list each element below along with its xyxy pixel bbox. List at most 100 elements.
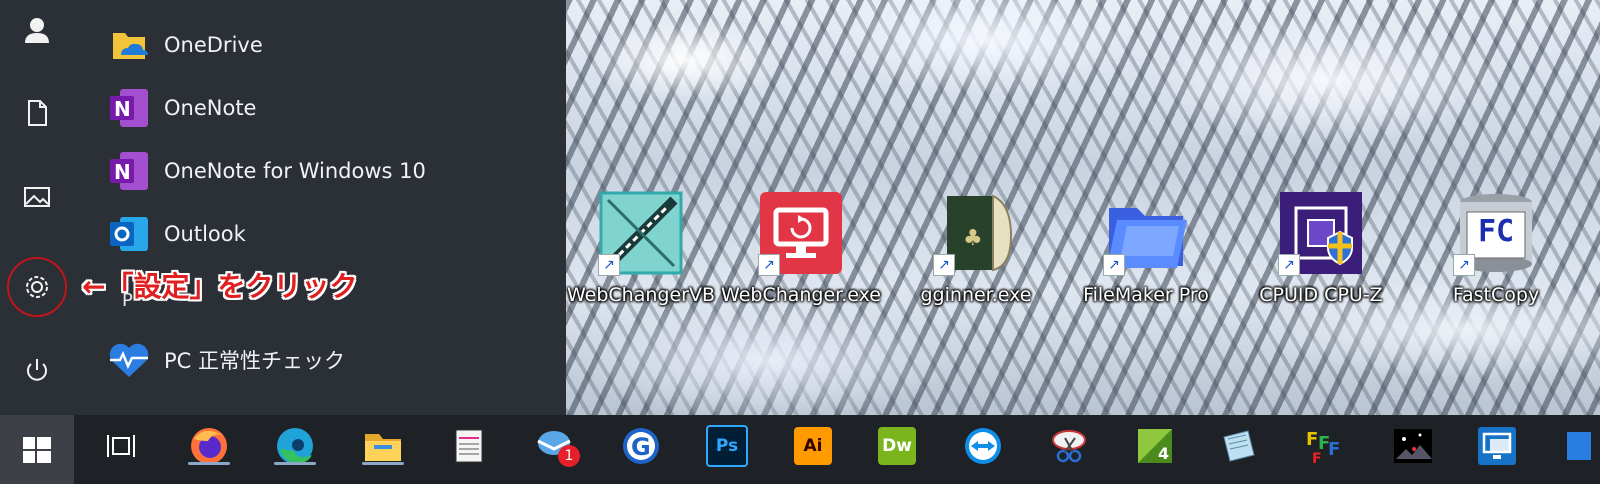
scissors-icon — [1052, 430, 1086, 463]
notepad-icon — [455, 429, 483, 463]
dreamweaver-icon: Dw — [878, 427, 916, 465]
cpuz-icon: ↗ — [1278, 190, 1364, 276]
g-app-icon: G — [623, 428, 659, 464]
start-button[interactable] — [0, 415, 74, 484]
onenote-icon: N — [106, 85, 152, 131]
outlook-icon — [106, 211, 152, 257]
ffftp-icon: F F F F — [1306, 429, 1340, 467]
user-icon — [25, 18, 49, 43]
power-button[interactable] — [12, 345, 62, 395]
taskbar-file-explorer[interactable] — [360, 423, 406, 469]
desktop-icon-label: WebChanger.exe — [721, 284, 881, 306]
dark-app-icon — [1394, 429, 1432, 463]
taskbar-mail[interactable]: 1 — [532, 423, 580, 469]
shortcut-arrow-icon: ↗ — [933, 254, 955, 276]
taskbar-notepad[interactable] — [446, 423, 492, 469]
shortcut-arrow-icon: ↗ — [598, 254, 620, 276]
pictures-icon — [24, 187, 50, 207]
desktop-icon-label: CPUID CPU-Z — [1259, 284, 1383, 306]
documents-button[interactable] — [12, 88, 62, 138]
taskbar-edge[interactable] — [272, 423, 318, 469]
app-label: Outlook — [164, 222, 246, 246]
taskbar-dark-app[interactable] — [1390, 423, 1436, 469]
remote-desktop-icon — [1478, 427, 1516, 465]
app-item-outlook[interactable]: Outlook — [100, 204, 560, 264]
svg-text:4: 4 — [1158, 444, 1169, 463]
desktop-icon-label: FastCopy — [1452, 284, 1540, 306]
desktop-wallpaper: ↗ WebChangerVB ↗ WebChanger.exe ♣ ↗ ggin… — [566, 0, 1600, 415]
onenote-icon: N — [106, 148, 152, 194]
app-item-pc-health[interactable]: PC 正常性チェック — [100, 330, 560, 390]
app-label: PC 正常性チェック — [164, 349, 346, 373]
desktop-icon-webchanger[interactable]: ↗ WebChanger.exe — [721, 190, 881, 320]
desktop-icon-filemaker[interactable]: ↗ FileMaker Pro — [1071, 190, 1221, 320]
desktop-icon-label: gginner.exe — [920, 284, 1032, 306]
svg-text:N: N — [114, 160, 131, 184]
onedrive-icon — [106, 22, 152, 68]
notification-badge: 1 — [558, 445, 580, 467]
app-label: OneNote for Windows 10 — [164, 159, 426, 183]
taskbar-overflow-app[interactable] — [1556, 423, 1600, 469]
desktop-icon-fastcopy[interactable]: ↗ FC FastCopy — [1421, 190, 1571, 320]
taskbar-snipping-tool[interactable] — [1046, 423, 1092, 469]
taskbar-firefox[interactable] — [186, 423, 232, 469]
svg-text:F: F — [1312, 451, 1322, 467]
start-menu: OneDrive N OneNote N OneNote for Windows — [0, 0, 566, 415]
webchanger-icon: ↗ — [758, 190, 844, 276]
gginner-icon: ♣ ↗ — [933, 190, 1019, 276]
shortcut-arrow-icon: ↗ — [1103, 254, 1125, 276]
taskbar-teamviewer[interactable] — [960, 423, 1006, 469]
fastcopy-icon-label: FC — [1477, 214, 1515, 249]
app-label: OneDrive — [164, 33, 263, 57]
app-list: OneDrive N OneNote N OneNote for Windows — [100, 0, 560, 415]
desktop-icon-webchangervb[interactable]: ↗ WebChangerVB — [566, 190, 716, 320]
partial-app-icon — [1567, 432, 1591, 460]
desktop-icon-label: FileMaker Pro — [1083, 284, 1209, 306]
power-icon — [27, 359, 47, 381]
task-view-icon — [107, 435, 135, 457]
taskbar-g-app[interactable]: G — [618, 423, 664, 469]
user-button[interactable] — [12, 5, 62, 55]
svg-text:F: F — [1306, 429, 1318, 450]
taskbar-green-app[interactable]: 4 — [1132, 423, 1178, 469]
desktop-icon-cpuz[interactable]: ↗ CPUID CPU-Z — [1246, 190, 1396, 320]
desktop-icon-gginner[interactable]: ♣ ↗ gginner.exe — [901, 190, 1051, 320]
folder-icon — [365, 434, 401, 461]
taskbar-dreamweaver[interactable]: Dw — [874, 423, 920, 469]
app-item-onenote[interactable]: N OneNote — [100, 78, 560, 138]
settings-highlight-circle — [7, 257, 67, 317]
app-item-onedrive[interactable]: OneDrive — [100, 15, 560, 75]
running-indicator — [362, 462, 404, 465]
green-app-icon: 4 — [1138, 429, 1172, 463]
running-indicator — [274, 462, 316, 465]
taskbar: 1 G Ps Ai Dw 4 F F F F — [0, 415, 1600, 484]
illustrator-icon: Ai — [794, 427, 832, 465]
firefox-icon — [191, 428, 227, 464]
taskbar-notes-app[interactable] — [1216, 423, 1262, 469]
start-menu-rail — [0, 0, 74, 415]
pc-health-icon — [106, 337, 152, 383]
instruction-annotation: ←「設定」をクリック — [82, 270, 358, 303]
pictures-button[interactable] — [12, 172, 62, 222]
taskbar-photoshop[interactable]: Ps — [704, 423, 750, 469]
taskbar-illustrator[interactable]: Ai — [790, 423, 836, 469]
windows-logo-icon — [23, 436, 51, 463]
svg-text:F: F — [1328, 439, 1340, 460]
photoshop-icon: Ps — [706, 425, 748, 467]
shortcut-arrow-icon: ↗ — [1453, 254, 1475, 276]
taskbar-remote-desktop[interactable] — [1474, 423, 1520, 469]
desktop-icon-label: WebChangerVB — [566, 284, 715, 306]
edge-icon — [277, 428, 313, 464]
fastcopy-icon: ↗ FC — [1453, 190, 1539, 276]
app-item-onenote-win10[interactable]: N OneNote for Windows 10 — [100, 141, 560, 201]
notes-icon — [1223, 430, 1255, 462]
app-label: OneNote — [164, 96, 257, 120]
svg-text:♣: ♣ — [963, 226, 983, 251]
webchangervb-icon: ↗ — [598, 190, 684, 276]
taskbar-ffftp[interactable]: F F F F — [1302, 423, 1348, 469]
documents-icon — [28, 100, 47, 126]
shortcut-arrow-icon: ↗ — [1278, 254, 1300, 276]
task-view-button[interactable] — [98, 423, 144, 469]
svg-text:N: N — [114, 97, 131, 121]
running-indicator — [188, 462, 230, 465]
